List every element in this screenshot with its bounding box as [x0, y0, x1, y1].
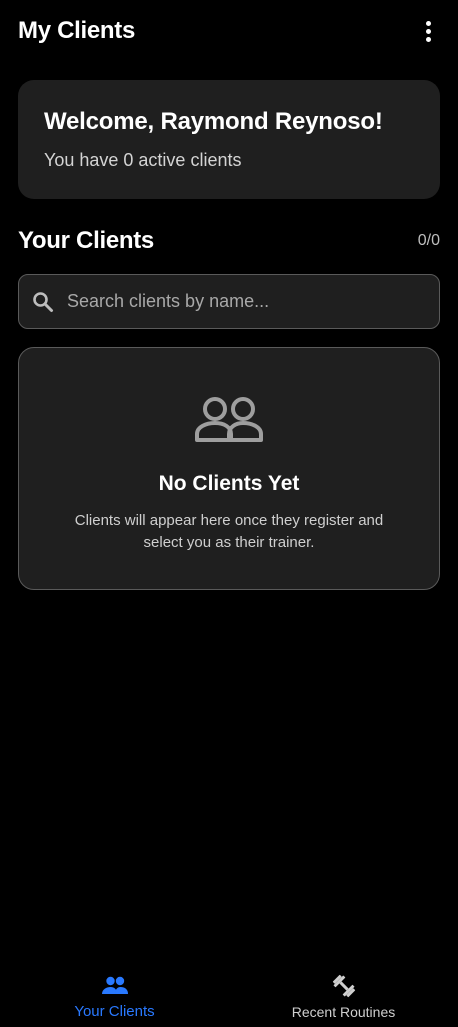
more-options-button[interactable] — [412, 15, 444, 47]
welcome-card: Welcome, Raymond Reynoso! You have 0 act… — [18, 80, 440, 199]
clients-section-header: Your Clients 0/0 — [18, 224, 440, 258]
page-title: My Clients — [18, 17, 136, 44]
app-bar: My Clients — [0, 0, 458, 62]
empty-state-title: No Clients Yet — [158, 472, 300, 495]
more-vert-icon — [425, 20, 431, 26]
more-vert-icon-dot — [425, 28, 431, 34]
fitness-dumbbell-icon — [332, 974, 355, 998]
search-icon — [33, 291, 53, 312]
people-icon — [101, 976, 128, 994]
empty-state-card: No Clients Yet Clients will appear here … — [18, 347, 440, 590]
nav-label-recent-routines: Recent Routines — [291, 1004, 396, 1020]
search-input[interactable] — [67, 275, 439, 328]
clients-count: 0/0 — [417, 232, 440, 249]
section-title: Your Clients — [18, 227, 154, 254]
search-field[interactable] — [18, 274, 440, 329]
people-outline-icon — [195, 397, 263, 442]
more-vert-icon-dot — [425, 36, 431, 42]
empty-state-description: Clients will appear here once they regis… — [74, 512, 384, 551]
welcome-subtitle: You have 0 active clients — [44, 150, 242, 170]
nav-item-your-clients[interactable]: Your Clients — [0, 962, 229, 1027]
app-screen: My Clients Welcome, Raymond Reynoso! You… — [0, 0, 458, 1027]
nav-item-recent-routines[interactable]: Recent Routines — [229, 962, 458, 1027]
bottom-navigation: Your Clients Recent Routines — [0, 962, 458, 1027]
welcome-title: Welcome, Raymond Reynoso! — [44, 108, 383, 135]
nav-label-your-clients: Your Clients — [74, 1003, 155, 1020]
